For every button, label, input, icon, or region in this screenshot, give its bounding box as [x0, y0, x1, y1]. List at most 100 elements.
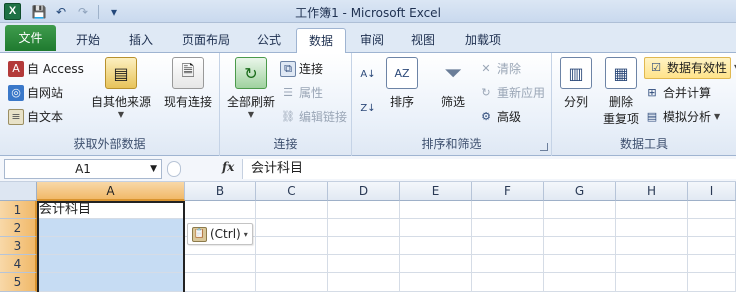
cell-d2[interactable]	[328, 219, 400, 237]
what-if-analysis-button[interactable]: ▤ 模拟分析 ▼	[644, 107, 720, 127]
cell-g1[interactable]	[544, 201, 616, 219]
cell-f3[interactable]	[472, 237, 544, 255]
cell-f2[interactable]	[472, 219, 544, 237]
cell-d1[interactable]	[328, 201, 400, 219]
cell-c2[interactable]	[256, 219, 328, 237]
cell-f5[interactable]	[472, 273, 544, 292]
data-validation-button[interactable]: ☑ 数据有效性 ▼	[644, 57, 736, 79]
cell-i1[interactable]	[688, 201, 736, 219]
cell-c5[interactable]	[256, 273, 328, 292]
connections-button[interactable]: ⧉ 连接	[280, 59, 323, 79]
select-all-button[interactable]	[0, 182, 37, 201]
refresh-all-button[interactable]: ↻ 全部刷新 ▼	[224, 57, 278, 119]
tab-review[interactable]: 审阅	[350, 28, 394, 53]
paste-options-button[interactable]: 📋 (Ctrl) ▾	[187, 223, 253, 245]
row-header-4[interactable]: 4	[0, 255, 37, 273]
column-header-f[interactable]: F	[472, 182, 544, 201]
column-header-b[interactable]: B	[185, 182, 256, 201]
tab-page-layout[interactable]: 页面布局	[170, 28, 242, 53]
cell-d3[interactable]	[328, 237, 400, 255]
sort-button[interactable]: AZ 排序	[386, 57, 418, 110]
clear-filter-icon: ✕	[481, 62, 491, 75]
tab-view[interactable]: 视图	[398, 28, 448, 53]
cell-h5[interactable]	[616, 273, 688, 292]
formula-bar-grip[interactable]	[167, 161, 181, 177]
cell-f4[interactable]	[472, 255, 544, 273]
column-header-g[interactable]: G	[544, 182, 616, 201]
cell-b4[interactable]	[185, 255, 256, 273]
cell-h4[interactable]	[616, 255, 688, 273]
cell-a5[interactable]	[37, 273, 185, 292]
from-text-button[interactable]: ≡ 自文本	[8, 107, 63, 127]
tab-home[interactable]: 开始	[62, 28, 114, 53]
row-header-3[interactable]: 3	[0, 237, 37, 255]
cell-d4[interactable]	[328, 255, 400, 273]
cell-g3[interactable]	[544, 237, 616, 255]
tab-file[interactable]: 文件	[5, 25, 56, 51]
column-header-d[interactable]: D	[328, 182, 400, 201]
cell-e1[interactable]	[400, 201, 472, 219]
column-header-a[interactable]: A	[37, 182, 185, 201]
edit-links-button[interactable]: ⛓ 编辑链接	[280, 107, 347, 127]
cell-a3[interactable]	[37, 237, 185, 255]
name-box[interactable]: A1 ▼	[4, 159, 162, 179]
cell-b1[interactable]	[185, 201, 256, 219]
tab-insert[interactable]: 插入	[116, 28, 166, 53]
cell-h1[interactable]	[616, 201, 688, 219]
from-access-button[interactable]: A 自 Access	[8, 59, 84, 79]
column-header-e[interactable]: E	[400, 182, 472, 201]
chevron-down-icon: ▼	[117, 110, 125, 119]
row-header-2[interactable]: 2	[0, 219, 37, 237]
cell-h2[interactable]	[616, 219, 688, 237]
tab-formulas[interactable]: 公式	[246, 28, 292, 53]
cell-d5[interactable]	[328, 273, 400, 292]
dialog-launcher-icon[interactable]	[540, 143, 548, 151]
cell-c4[interactable]	[256, 255, 328, 273]
cell-c1[interactable]	[256, 201, 328, 219]
chevron-down-icon[interactable]: ▼	[150, 160, 157, 178]
insert-function-button[interactable]: fx	[222, 160, 234, 174]
tab-data[interactable]: 数据	[296, 28, 346, 54]
cell-a2[interactable]	[37, 219, 185, 237]
cell-g2[interactable]	[544, 219, 616, 237]
text-to-columns-button[interactable]: ▥ 分列	[558, 57, 594, 110]
sort-ascending-button[interactable]: A↓	[360, 65, 376, 85]
cell-e4[interactable]	[400, 255, 472, 273]
filter-button[interactable]: ⏷ 筛选	[436, 57, 470, 110]
cell-f1[interactable]	[472, 201, 544, 219]
cell-a1[interactable]: 会计科目	[37, 201, 185, 219]
remove-duplicates-button[interactable]: ▦ 删除 重复项	[600, 57, 642, 127]
advanced-filter-button[interactable]: ⚙ 高级	[478, 107, 521, 127]
data-validation-highlight: ☑ 数据有效性	[644, 57, 732, 79]
cell-c3[interactable]	[256, 237, 328, 255]
column-header-h[interactable]: H	[616, 182, 688, 201]
sort-descending-button[interactable]: Z↓	[360, 99, 376, 119]
cell-g5[interactable]	[544, 273, 616, 292]
cell-g4[interactable]	[544, 255, 616, 273]
from-other-sources-button[interactable]: ▤ 自其他来源 ▼	[90, 57, 152, 119]
cell-i3[interactable]	[688, 237, 736, 255]
cell-b5[interactable]	[185, 273, 256, 292]
reapply-button[interactable]: ↻ 重新应用	[478, 83, 545, 103]
row-header-5[interactable]: 5	[0, 273, 37, 292]
column-header-c[interactable]: C	[256, 182, 328, 201]
from-web-button[interactable]: ◎ 自网站	[8, 83, 63, 103]
cell-h3[interactable]	[616, 237, 688, 255]
cell-a4[interactable]	[37, 255, 185, 273]
cell-i4[interactable]	[688, 255, 736, 273]
cell-e3[interactable]	[400, 237, 472, 255]
clipboard-icon: 📋	[192, 226, 207, 242]
cell-e2[interactable]	[400, 219, 472, 237]
properties-button[interactable]: ☰ 属性	[280, 83, 323, 103]
chevron-down-icon: ▼	[714, 112, 721, 121]
existing-connections-button[interactable]: 🗎 现有连接	[162, 57, 214, 110]
row-header-1[interactable]: 1	[0, 201, 37, 219]
cell-i2[interactable]	[688, 219, 736, 237]
clear-button[interactable]: ✕ 清除	[478, 59, 521, 79]
cell-e5[interactable]	[400, 273, 472, 292]
consolidate-button[interactable]: ⊞ 合并计算	[644, 83, 711, 103]
column-header-i[interactable]: I	[688, 182, 736, 201]
cell-i5[interactable]	[688, 273, 736, 292]
formula-input[interactable]: 会计科目	[242, 159, 736, 179]
tab-addins[interactable]: 加载项	[452, 28, 514, 53]
